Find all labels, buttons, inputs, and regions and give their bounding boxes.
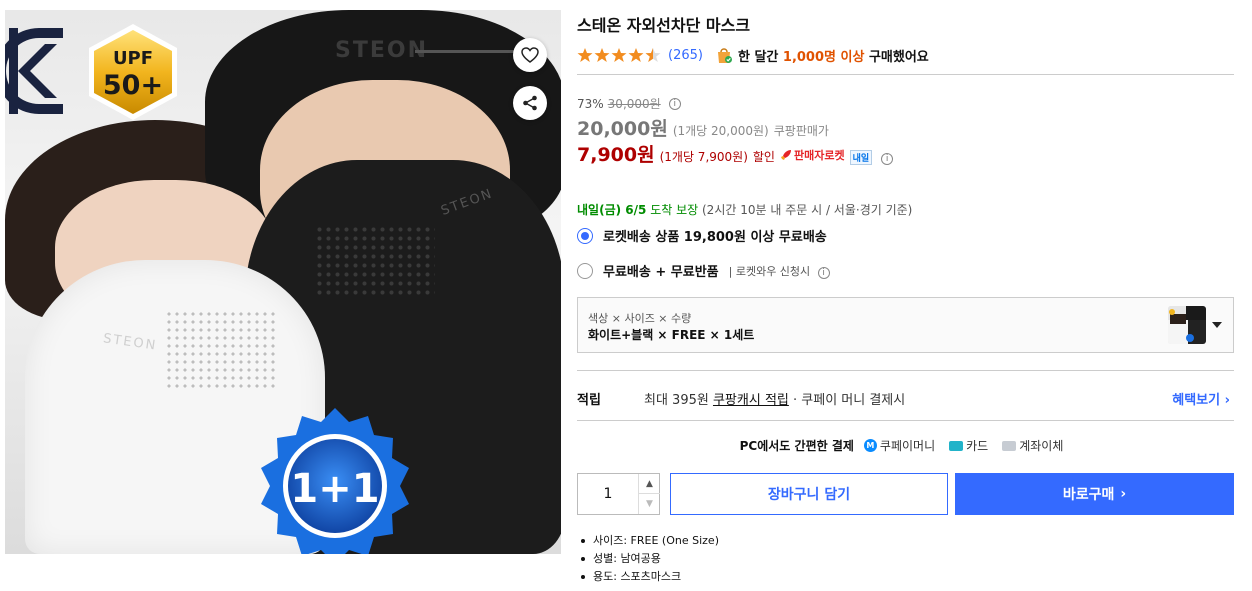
shipping-option-note: | 로켓와우 신청시 i [729, 263, 830, 279]
list-item: 용도: 스포츠마스크 [577, 568, 719, 586]
star-full-icon [577, 48, 593, 62]
coupang-unit-price: (1개당 20,000원) [672, 124, 769, 138]
coupang-cash-link[interactable]: 쿠팡캐시 적립 [713, 393, 789, 408]
reward-amount: 최대 395원 [644, 393, 709, 408]
radio-selected[interactable] [577, 227, 593, 244]
share-button[interactable] [513, 86, 547, 120]
coupay-money-label: 쿠페이머니 [879, 439, 936, 453]
delivery-guarantee: 도착 보장 [650, 203, 699, 217]
add-to-cart-button[interactable]: 장바구니 담기 [670, 473, 948, 515]
bank-transfer-method: 계좌이체 [1002, 437, 1063, 454]
purchase-count-text: 한 달간 1,000명 이상 구매했어요 [738, 46, 929, 65]
info-icon[interactable]: i [817, 266, 830, 279]
shopping-bag-icon [717, 48, 732, 63]
option-selector-value: 화이트+블랙 × FREE × 1세트 [588, 328, 755, 342]
rating-stars[interactable] [577, 47, 661, 63]
share-icon [523, 95, 537, 111]
shipping-option-note-text: 로켓와우 신청시 [735, 264, 811, 278]
info-icon[interactable]: i [668, 97, 681, 110]
divider [577, 370, 1234, 371]
reward-text: 최대 395원 쿠팡캐시 적립 · 쿠페이 머니 결제시 [644, 389, 905, 408]
purchase-prefix: 한 달간 [737, 49, 779, 65]
seller-rocket-label: 판매자로켓 [793, 149, 845, 162]
reward-key: 적립 [577, 393, 601, 408]
chevron-down-icon [1212, 322, 1222, 328]
divider [577, 420, 1234, 421]
coupay-money-icon: M [863, 439, 877, 452]
discount-rate: 73% [577, 96, 604, 111]
bank-transfer-label: 계좌이체 [1019, 439, 1064, 453]
purchase-suffix: 구매했어요 [868, 49, 929, 65]
review-count-link[interactable]: (265) [668, 48, 703, 63]
reward-condition: · 쿠페이 머니 결제시 [793, 393, 906, 408]
sale-price: 7,900원 [577, 144, 655, 166]
favorite-button[interactable] [513, 38, 547, 72]
upf-label: UPF [113, 48, 153, 69]
star-full-icon [594, 48, 610, 62]
option-selector-dropdown[interactable]: 색상 × 사이즈 × 수량 화이트+블랙 × FREE × 1세트 [577, 297, 1234, 353]
delivery-date: 내일(금) 6/5 [577, 203, 647, 217]
shipping-option-label: 무료배송 + 무료반품 [603, 265, 719, 280]
sale-unit-price: (1개당 7,900원) [659, 150, 748, 164]
sale-price-row: 7,900원 (1개당 7,900원) 할인 판매자로켓 내일 i [577, 140, 894, 167]
seller-rocket-badge: 판매자로켓 [780, 147, 845, 163]
option-thumbnail [1168, 306, 1206, 344]
coupang-price-label: 쿠팡판매가 [773, 124, 829, 138]
coupay-money-method: M 쿠페이머니 [863, 437, 936, 454]
add-to-cart-label: 장바구니 담기 [767, 487, 851, 503]
star-full-icon [628, 48, 644, 62]
chevron-right-icon: › [1120, 486, 1127, 502]
brand-logo-line [415, 50, 515, 53]
shipping-option-free-return[interactable]: 무료배송 + 무료반품 | 로켓와우 신청시 i [577, 261, 830, 280]
star-full-icon [611, 48, 627, 62]
discount-row: 73% 30,000원 i [577, 95, 681, 112]
quantity-input[interactable]: 1 [578, 474, 638, 514]
card-method: 카드 [949, 437, 988, 454]
delivery-info: 내일(금) 6/5 도착 보장 (2시간 10분 내 주문 시 / 서울·경기 … [577, 201, 912, 218]
promo-badge-text: 1+1 [290, 466, 379, 512]
spec-list: 사이즈: FREE (One Size) 성별: 남여공용 용도: 스포츠마스크 [577, 532, 719, 586]
shipping-option-label: 로켓배송 상품 19,800원 이상 무료배송 [603, 230, 827, 245]
bank-icon [1002, 440, 1017, 451]
one-plus-one-badge-icon: 1+1 [261, 408, 409, 554]
rocket-icon [780, 150, 791, 160]
quantity-decrease-icon[interactable]: ▼ [638, 494, 660, 514]
coupang-price: 20,000원 [577, 118, 668, 140]
buy-now-button[interactable]: 바로구매 › [955, 473, 1234, 515]
payment-methods-row: PC에서도 간편한 결제 M 쿠페이머니 카드 계좌이체 [577, 437, 1234, 454]
purchase-highlight: 1,000명 이상 [782, 49, 865, 65]
chevron-right-icon: › [1224, 393, 1230, 408]
heart-icon [521, 47, 539, 63]
divider [577, 74, 1234, 75]
payment-lead: PC에서도 간편한 결제 [739, 439, 854, 453]
upf-value: 50+ [103, 70, 163, 101]
star-half-icon [645, 48, 661, 62]
benefits-link[interactable]: 혜택보기 › [1172, 389, 1230, 408]
white-mask-vents [165, 310, 275, 390]
black-mask-vents [315, 225, 435, 295]
quantity-stepper[interactable]: 1 ▲ ▼ [577, 473, 660, 515]
rating-row: (265) 한 달간 1,000명 이상 구매했어요 [577, 45, 929, 65]
card-icon [949, 440, 964, 451]
delivery-condition: (2시간 10분 내 주문 시 / 서울·경기 기준) [702, 203, 913, 217]
benefits-link-label: 혜택보기 [1172, 393, 1221, 408]
radio-unselected[interactable] [577, 262, 593, 279]
info-icon[interactable]: i [881, 153, 894, 165]
tomorrow-badge: 내일 [849, 150, 873, 165]
upf-badge-icon: UPF 50+ [89, 24, 177, 120]
list-item: 사이즈: FREE (One Size) [577, 532, 719, 550]
sale-label: 할인 [752, 150, 775, 164]
card-label: 카드 [966, 439, 989, 453]
original-price: 30,000원 [607, 97, 661, 111]
shipping-option-rocket[interactable]: 로켓배송 상품 19,800원 이상 무료배송 [577, 226, 827, 245]
option-selector-label: 색상 × 사이즈 × 수량 [588, 312, 692, 325]
buy-now-label: 바로구매 [1062, 487, 1115, 503]
product-title: 스테온 자외선차단 마스크 [577, 16, 751, 35]
kc-certification-icon [5, 28, 63, 114]
quantity-increase-icon[interactable]: ▲ [638, 474, 660, 494]
option-thumbnail-image [1168, 306, 1206, 344]
product-image[interactable]: STEON STEON STEON UPF 50+ 1+1 [5, 10, 561, 554]
list-item: 성별: 남여공용 [577, 550, 719, 568]
coupang-price-row: 20,000원 (1개당 20,000원) 쿠팡판매가 [577, 114, 829, 141]
